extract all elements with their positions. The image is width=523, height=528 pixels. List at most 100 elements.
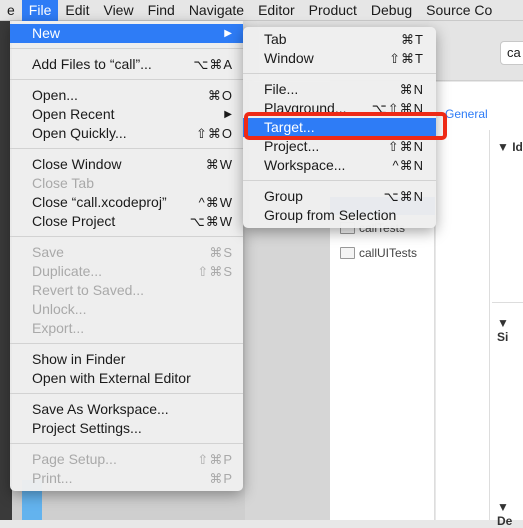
menu-edit[interactable]: Edit [58,0,96,21]
menu-item-add-files-to-call[interactable]: Add Files to “call”... ⌥⌘A [10,55,243,74]
menu-item-open-with-external-editor[interactable]: Open with External Editor [10,369,243,388]
menu-item-label: Window [264,50,314,66]
divider [492,302,523,303]
scheme-button[interactable]: ca [500,41,523,65]
menu-item-close-tab[interactable]: Close Tab [10,174,243,193]
menu-product[interactable]: Product [302,0,364,21]
menu-item-label: Show in Finder [32,351,126,367]
menu-item-open-recent[interactable]: Open Recent ▶ [10,105,243,124]
menu-item-open[interactable]: Open... ⌘O [10,86,243,105]
menu-item-show-in-finder[interactable]: Show in Finder [10,350,243,369]
menu-view[interactable]: View [96,0,140,21]
menu-item-label: Close Window [32,156,122,172]
menu-item-label: Close Project [32,213,116,229]
file-menu: New ▶ Add Files to “call”... ⌥⌘A Open... ⌘O Op… [10,21,243,491]
tab-general[interactable]: General [445,107,488,121]
menu-separator [10,393,243,394]
menu-item-label: Group from Selection [264,207,397,223]
folder-icon [340,247,355,259]
shortcut-label: ^⌘N [392,158,424,173]
menu-item-label: Group [264,188,303,204]
shortcut-label: ⌥⌘W [189,214,233,229]
menu-item-label: Project Settings... [32,420,142,436]
menu-item-label: Unlock... [32,301,87,317]
section-label: De [497,514,513,528]
menu-item-print[interactable]: Print... ⌘P [10,469,243,488]
menu-bar: e File Edit View Find Navigate Editor Product De… [0,0,523,21]
menu-item-label: Open... [32,87,78,103]
menu-separator [10,48,243,49]
section-signing[interactable]: ▼ Si [497,316,523,344]
shortcut-label: ⌘T [401,32,424,47]
section-deployment[interactable]: ▼ De [497,500,523,528]
shortcut-label: ^⌘W [198,195,233,210]
shortcut-label: ⌘O [207,88,233,103]
menu-item-label: Export... [32,320,85,336]
menu-source-co[interactable]: Source Co [419,0,499,21]
menu-item-new[interactable]: New ▶ [10,24,243,43]
shortcut-label: ⇧⌘S [197,264,233,279]
menu-item-window[interactable]: Window ⇧⌘T [243,49,436,68]
shortcut-label: ⇧⌘O [195,126,233,141]
menu-file[interactable]: File [21,0,59,21]
menu-item-unlock[interactable]: Unlock... [10,300,243,319]
menu-item-save-as-workspace[interactable]: Save As Workspace... [10,400,243,419]
menu-separator [10,443,243,444]
menu-separator [10,236,243,237]
menu-item-page-setup[interactable]: Page Setup... ⇧⌘P [10,450,243,469]
menu-item-open-quickly[interactable]: Open Quickly... ⇧⌘O [10,124,243,143]
menu-editor[interactable]: Editor [251,0,302,21]
navigator-item-calluitests[interactable]: callUITests [340,246,417,260]
menu-item-group-from-selection[interactable]: Group from Selection [243,206,436,225]
menu-separator [10,79,243,80]
section-identity[interactable]: ▼ Id [497,140,523,154]
menu-item-label: Open with External Editor [32,370,191,386]
menu-item-project-settings[interactable]: Project Settings... [10,419,243,438]
menu-item-close-project[interactable]: Close Project ⌥⌘W [10,212,243,231]
shortcut-label: ⇧⌘T [389,51,424,66]
menu-item-label: Close Tab [32,175,95,191]
menu-debug[interactable]: Debug [364,0,419,21]
shortcut-label: ⌘S [209,245,233,260]
menu-item-label: File... [264,81,299,97]
shortcut-label: ⌘N [399,82,424,97]
menu-item-export[interactable]: Export... [10,319,243,338]
shortcut-label: ⌘W [205,157,233,172]
menu-item-tab[interactable]: Tab ⌘T [243,30,436,49]
menu-separator [243,73,436,74]
shortcut-label: ⇧⌘P [197,452,233,467]
menu-navigate[interactable]: Navigate [182,0,251,21]
menu-item-close-window[interactable]: Close Window ⌘W [10,155,243,174]
submenu-arrow-icon: ▶ [224,109,233,120]
annotation-highlight-box [244,112,447,140]
menu-item-revert-to-saved[interactable]: Revert to Saved... [10,281,243,300]
menu-item-label: Add Files to “call”... [32,56,152,72]
menu-item-label: Save [32,244,64,260]
section-label: Si [497,330,509,344]
menu-item-label: Close “call.xcodeproj” [32,194,167,210]
menu-item-file[interactable]: File... ⌘N [243,80,436,99]
shortcut-label: ⌘P [209,471,233,486]
navigator-item-label: callUITests [359,246,418,260]
menu-item-label: Open Quickly... [32,125,127,141]
menu-find[interactable]: Find [141,0,182,21]
menu-item-label: Duplicate... [32,263,103,279]
menu-item-duplicate[interactable]: Duplicate... ⇧⌘S [10,262,243,281]
menu-item-save[interactable]: Save ⌘S [10,243,243,262]
menu-item-group[interactable]: Group ⌥⌘N [243,187,436,206]
menu-item-label: Save As Workspace... [32,401,169,417]
menu-separator [10,148,243,149]
menu-item-workspace[interactable]: Workspace... ^⌘N [243,156,436,175]
shortcut-label: ⌥⌘A [193,57,233,72]
menu-item-label: New [32,25,61,41]
menu-separator [243,180,436,181]
section-label: Id [512,140,523,154]
menu-item-label: Tab [264,31,287,47]
submenu-arrow-icon: ▶ [224,28,233,39]
menu-item-label: Print... [32,470,73,486]
menu-item-label: Workspace... [264,157,346,173]
menu-item-label: Page Setup... [32,451,117,467]
menu-item-label: Open Recent [32,106,115,122]
menu-item-close-call-xcodeproj[interactable]: Close “call.xcodeproj” ^⌘W [10,193,243,212]
menu-e[interactable]: e [0,0,22,21]
